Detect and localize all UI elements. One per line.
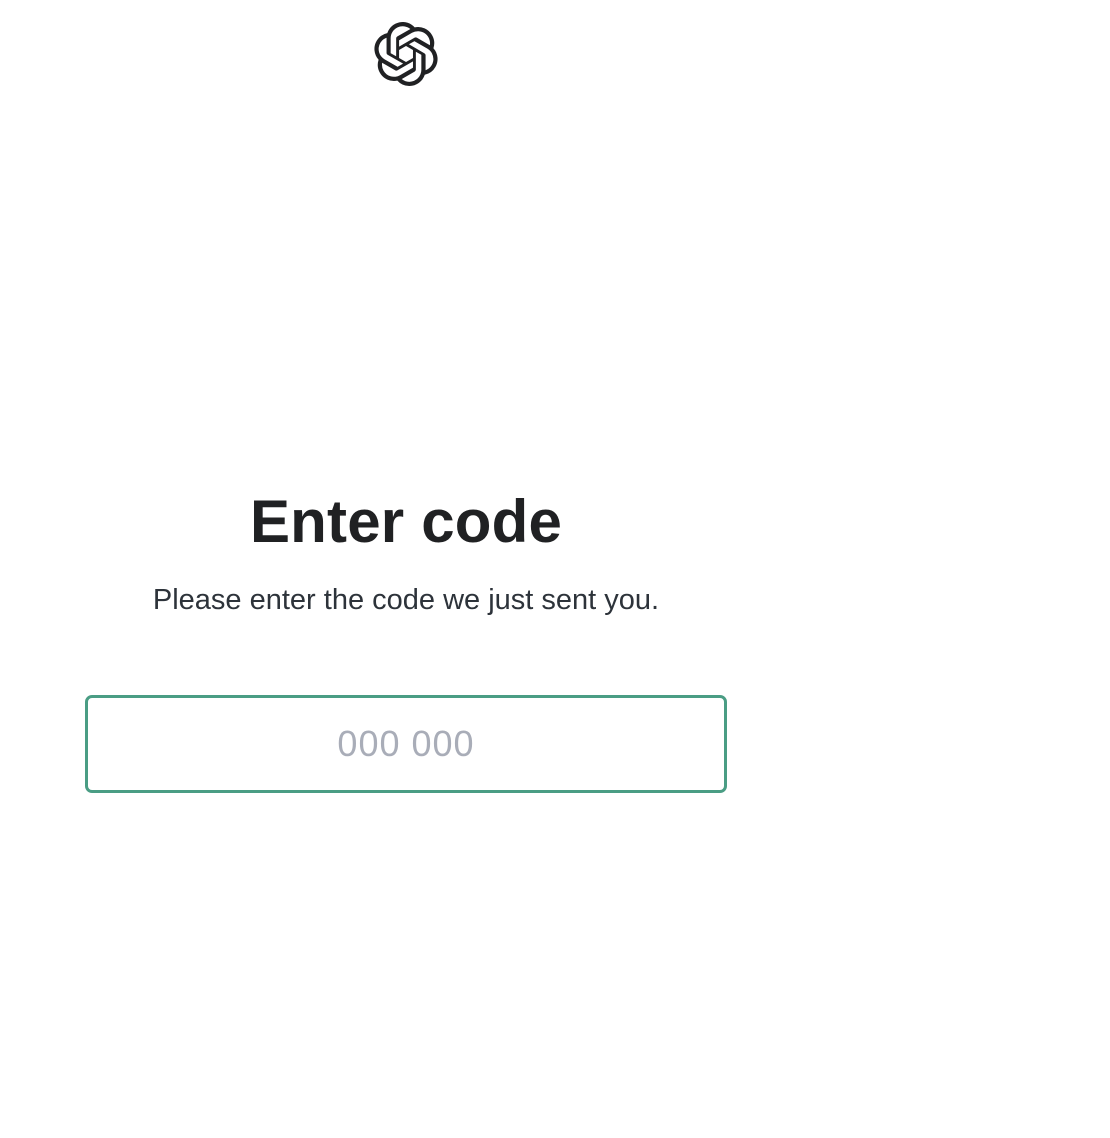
- openai-logo-icon: [374, 22, 438, 86]
- verification-panel: Enter code Please enter the code we just…: [85, 486, 727, 620]
- verification-code-input[interactable]: [85, 695, 727, 793]
- page-subtitle: Please enter the code we just sent you.: [152, 584, 660, 616]
- page-title: Enter code: [249, 488, 563, 555]
